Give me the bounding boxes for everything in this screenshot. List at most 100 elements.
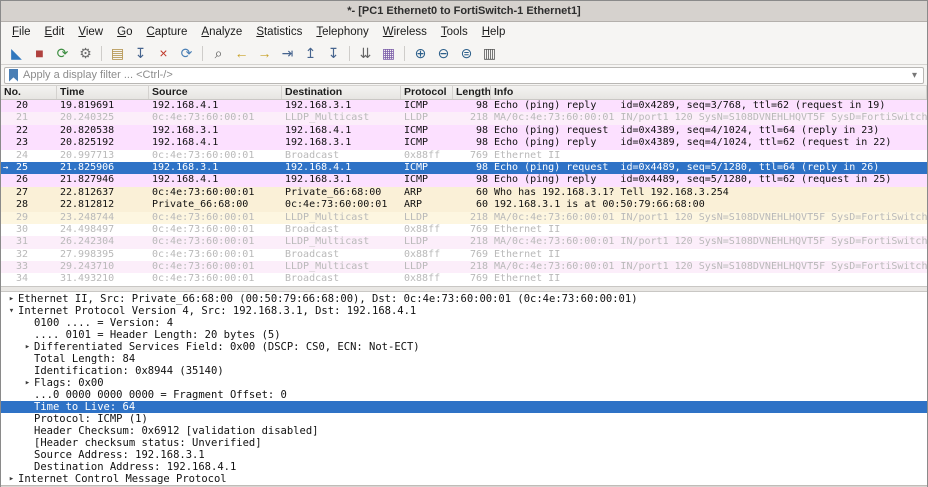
packet-row-33[interactable]: 3329.2437100c:4e:73:60:00:01LLDP_Multica… [1,261,927,273]
menu-go[interactable]: Go [110,24,139,40]
detail-line[interactable]: Source Address: 192.168.3.1 [1,449,927,461]
packet-row-29[interactable]: 2923.2487440c:4e:73:60:00:01LLDP_Multica… [1,212,927,224]
packet-list-header: No.TimeSourceDestinationProtocolLengthIn… [1,86,927,100]
packet-number: 20 [16,100,28,112]
packet-row-31[interactable]: 3126.2423040c:4e:73:60:00:01LLDP_Multica… [1,236,927,248]
packet-row-22[interactable]: 2220.820538192.168.3.1192.168.4.1ICMP98E… [1,125,927,137]
packet-cell-time: 31.493210 [57,273,149,285]
menu-tools[interactable]: Tools [434,24,475,40]
detail-line[interactable]: ▸Internet Control Message Protocol [1,473,927,485]
packet-cell-length: 98 [453,162,491,174]
column-header-length[interactable]: Length [453,86,491,99]
open-file-icon[interactable]: ▤ [106,43,129,63]
display-filter-input[interactable] [23,69,905,81]
zoom-out-icon[interactable]: ⊖ [432,43,455,63]
packet-cell-source: 192.168.4.1 [149,174,282,186]
menu-analyze[interactable]: Analyze [194,24,249,40]
packet-row-28[interactable]: 2822.812812Private_66:68:000c:4e:73:60:0… [1,199,927,211]
packet-row-26[interactable]: 2621.827946192.168.4.1192.168.3.1ICMP98E… [1,174,927,186]
column-header-protocol[interactable]: Protocol [401,86,453,99]
capture-options-icon[interactable]: ⚙ [74,43,97,63]
start-capture-icon[interactable]: ◣ [5,43,28,63]
packet-row-23[interactable]: 2320.825192192.168.4.1192.168.3.1ICMP98E… [1,137,927,149]
packet-row-21[interactable]: 2120.2403250c:4e:73:60:00:01LLDP_Multica… [1,112,927,124]
go-to-packet-icon[interactable]: ⇥ [276,43,299,63]
packet-row-34[interactable]: 3431.4932100c:4e:73:60:00:01Broadcast0x8… [1,273,927,285]
detail-line[interactable]: Time to Live: 64 [1,401,927,413]
detail-line[interactable]: Header Checksum: 0x6912 [validation disa… [1,425,927,437]
go-back-icon[interactable]: ← [230,43,253,63]
menu-edit[interactable]: Edit [38,24,72,40]
packet-row-25[interactable]: →2521.825906192.168.3.1192.168.4.1ICMP98… [1,162,927,174]
packet-cell-length: 218 [453,261,491,273]
packet-cell-info: MA/0c:4e:73:60:00:01 IN/port1 120 SysN=S… [491,261,927,273]
expander-collapsed-icon[interactable]: ▸ [21,341,34,353]
detail-line[interactable]: [Header checksum status: Unverified] [1,437,927,449]
detail-line[interactable]: Identification: 0x8944 (35140) [1,365,927,377]
detail-line[interactable]: ▸Ethernet II, Src: Private_66:68:00 (00:… [1,293,927,305]
detail-line[interactable]: Destination Address: 192.168.4.1 [1,461,927,473]
auto-scroll-icon[interactable]: ⇊ [354,43,377,63]
expander-spacer [21,365,34,377]
packet-row-32[interactable]: 3227.9983950c:4e:73:60:00:01Broadcast0x8… [1,249,927,261]
column-header-destination[interactable]: Destination [282,86,401,99]
detail-line[interactable]: .... 0101 = Header Length: 20 bytes (5) [1,329,927,341]
menu-capture[interactable]: Capture [139,24,194,40]
zoom-in-icon[interactable]: ⊕ [409,43,432,63]
filter-dropdown-icon[interactable]: ▾ [910,70,919,81]
find-packet-icon[interactable]: ⌕ [207,43,230,63]
packet-cell-time: 22.812637 [57,187,149,199]
packet-cell-no: 32 [1,249,57,261]
detail-line[interactable]: 0100 .... = Version: 4 [1,317,927,329]
column-header-no[interactable]: No. [1,86,57,99]
menu-statistics[interactable]: Statistics [249,24,309,40]
packet-cell-protocol: 0x88ff [401,224,453,236]
packet-row-27[interactable]: 2722.8126370c:4e:73:60:00:01Private_66:6… [1,187,927,199]
packet-gutter [3,261,16,273]
menu-wireless[interactable]: Wireless [376,24,434,40]
packet-number: 24 [16,150,28,162]
resize-columns-icon[interactable]: ▥ [478,43,501,63]
menu-telephony[interactable]: Telephony [309,24,375,40]
close-file-icon[interactable]: × [152,43,175,63]
selected-packet-arrow-icon: → [3,162,16,174]
detail-line[interactable]: ▾Internet Protocol Version 4, Src: 192.1… [1,305,927,317]
colorize-icon[interactable]: ▦ [377,43,400,63]
filter-bookmark-icon[interactable] [9,69,18,82]
packet-number: 32 [16,249,28,261]
menu-file[interactable]: File [5,24,38,40]
column-header-source[interactable]: Source [149,86,282,99]
detail-line[interactable]: ...0 0000 0000 0000 = Fragment Offset: 0 [1,389,927,401]
main-toolbar: ◣■⟳⚙▤↧×⟳⌕←→⇥↥↧⇊▦⊕⊖⊜▥ [1,42,927,65]
packet-cell-protocol: ARP [401,187,453,199]
restart-capture-icon[interactable]: ⟳ [51,43,74,63]
last-packet-icon[interactable]: ↧ [322,43,345,63]
packet-cell-destination: 192.168.3.1 [282,174,401,186]
stop-capture-icon[interactable]: ■ [28,43,51,63]
packet-row-30[interactable]: 3024.4984970c:4e:73:60:00:01Broadcast0x8… [1,224,927,236]
detail-line[interactable]: Total Length: 84 [1,353,927,365]
packet-row-24[interactable]: 2420.9977130c:4e:73:60:00:01Broadcast0x8… [1,150,927,162]
detail-line[interactable]: ▸Differentiated Services Field: 0x00 (DS… [1,341,927,353]
reload-file-icon[interactable]: ⟳ [175,43,198,63]
packet-cell-no: 30 [1,224,57,236]
packet-cell-no: 26 [1,174,57,186]
expander-collapsed-icon[interactable]: ▸ [21,377,34,389]
zoom-original-icon[interactable]: ⊜ [455,43,478,63]
menu-view[interactable]: View [71,24,110,40]
detail-line[interactable]: ▸Flags: 0x00 [1,377,927,389]
column-header-time[interactable]: Time [57,86,149,99]
first-packet-icon[interactable]: ↥ [299,43,322,63]
packet-row-20[interactable]: 2019.819691192.168.4.1192.168.3.1ICMP98E… [1,100,927,112]
detail-text: Total Length: 84 [34,353,135,365]
save-file-icon[interactable]: ↧ [129,43,152,63]
expander-expanded-icon[interactable]: ▾ [5,305,18,317]
expander-collapsed-icon[interactable]: ▸ [5,293,18,305]
go-forward-icon[interactable]: → [253,43,276,63]
expander-collapsed-icon[interactable]: ▸ [5,473,18,485]
expander-spacer [21,449,34,461]
menu-help[interactable]: Help [475,24,513,40]
column-header-info[interactable]: Info [491,86,927,99]
detail-text: Time to Live: 64 [34,401,135,413]
detail-line[interactable]: Protocol: ICMP (1) [1,413,927,425]
